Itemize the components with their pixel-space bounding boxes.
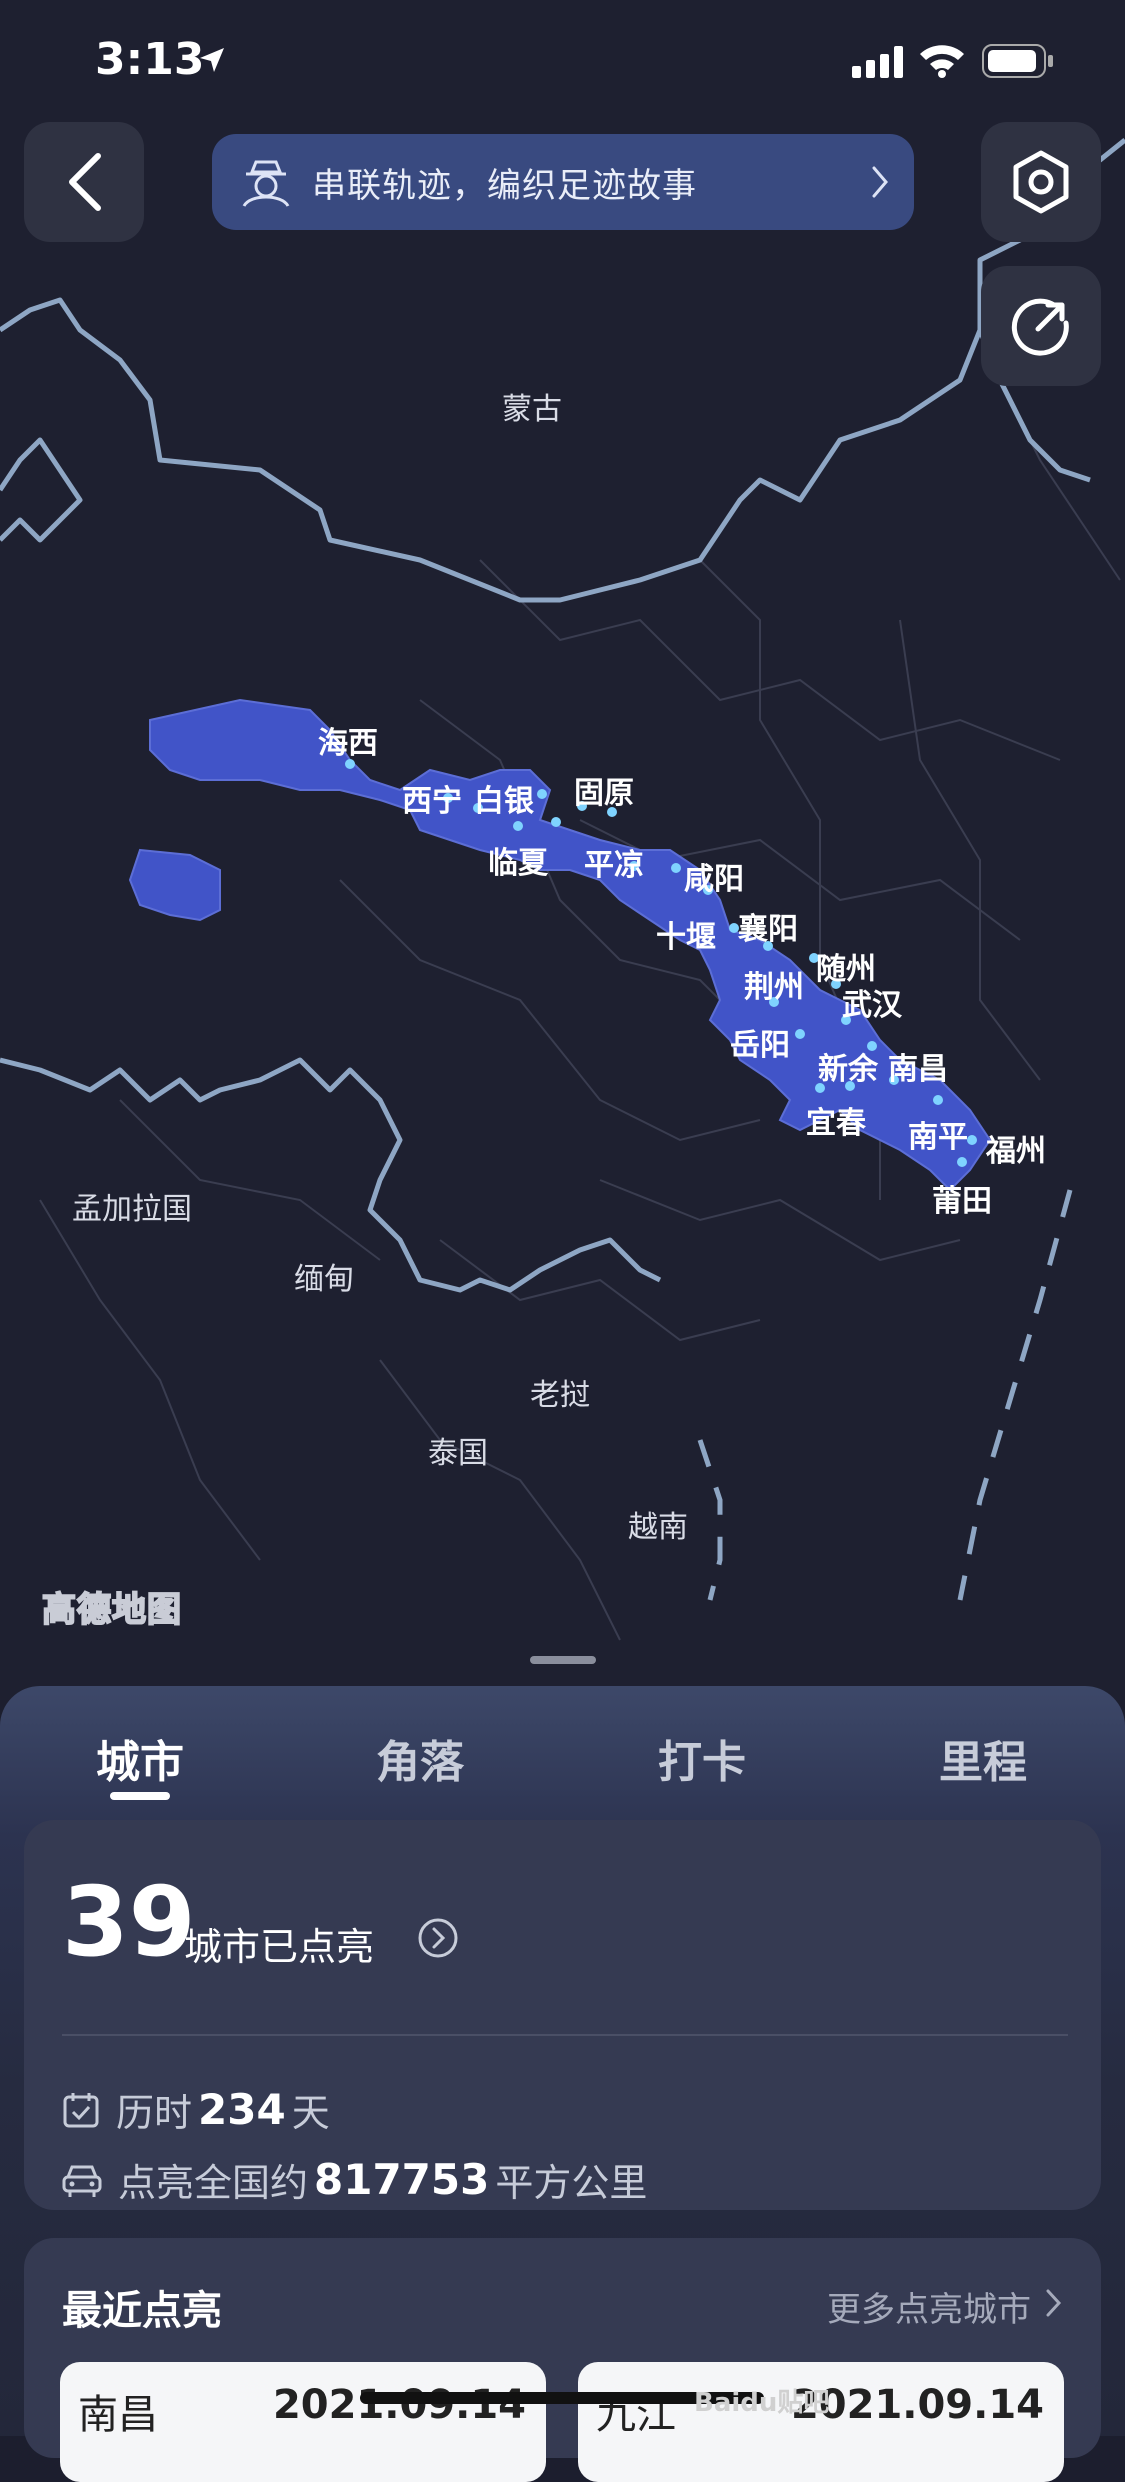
tab-mileage[interactable]: 里程 [893, 1726, 1073, 1790]
tab-active-indicator [110, 1792, 170, 1800]
city-label: 固原 [574, 776, 634, 811]
divider [62, 2034, 1068, 2036]
map-watermark: 高德地图 [41, 1589, 182, 1631]
status-time: 3:13 [95, 34, 205, 85]
map-label-thailand: 泰国 [428, 1436, 488, 1471]
chevron-right-icon[interactable] [1045, 2288, 1063, 2318]
map-label-mongolia: 蒙古 [502, 392, 562, 427]
banner-text: 串联轨迹，编织足迹故事 [312, 165, 697, 206]
tab-bar: 城市 角落 打卡 里程 [0, 1686, 1125, 1826]
city-label: 十堰 [656, 920, 716, 955]
recent-city-name: 九江 [596, 2392, 676, 2438]
city-count-label[interactable]: 城市已点亮 [184, 1916, 374, 1971]
settings-button[interactable] [981, 122, 1101, 242]
area-stat: 点亮全国约 817753 平方公里 [62, 2152, 647, 2207]
sheet-drag-handle[interactable] [530, 1656, 596, 1664]
circle-chevron-right-icon[interactable] [416, 1916, 460, 1960]
city-label: 咸阳 [684, 862, 744, 897]
bottom-sheet: 城市 角落 打卡 里程 39 城市已点亮 历时 234 天 点亮全国约 8177… [0, 1686, 1125, 2482]
recent-city-card[interactable]: 南昌 2021.09.14 [60, 2362, 546, 2482]
city-label: 南平 [908, 1120, 968, 1155]
share-button[interactable] [981, 266, 1101, 386]
city-label: 白银 [474, 784, 534, 819]
status-bar: 3:13 [0, 0, 1125, 120]
city-label: 莆田 [932, 1184, 992, 1219]
map-label-bangladesh: 孟加拉国 [72, 1192, 192, 1227]
city-label: 新余 [818, 1052, 878, 1087]
area-prefix: 点亮全国约 [118, 2161, 309, 2205]
more-cities-link[interactable]: 更多点亮城市 [827, 2282, 1031, 2331]
share-arrow-icon [1011, 298, 1069, 356]
area-value: 817753 [314, 2155, 490, 2204]
city-label: 南昌 [888, 1052, 948, 1087]
calendar-check-icon [63, 2092, 99, 2127]
recent-section: 最近点亮 更多点亮城市 南昌 2021.09.14 九江 2021.09.14 [24, 2238, 1101, 2482]
tab-checkins[interactable]: 打卡 [612, 1726, 792, 1790]
recent-city-name: 南昌 [78, 2392, 158, 2438]
duration-days: 234 [198, 2085, 286, 2134]
cellular-signal-icon [852, 46, 903, 78]
city-label: 福州 [986, 1134, 1046, 1169]
map-view[interactable] [0, 0, 1125, 1700]
chevron-left-icon [69, 153, 101, 211]
explorer-avatar-icon [242, 160, 290, 207]
duration-suffix: 天 [291, 2091, 330, 2135]
city-label: 襄阳 [738, 912, 798, 947]
location-arrow-icon [200, 48, 224, 72]
city-label: 平凉 [584, 848, 644, 883]
back-button[interactable] [24, 122, 144, 242]
map-label-myanmar: 缅甸 [294, 1262, 354, 1297]
city-label: 武汉 [842, 988, 902, 1023]
city-label: 宜春 [806, 1106, 866, 1141]
battery-icon [982, 44, 1053, 78]
city-label: 海西 [318, 726, 378, 761]
summary-card: 39 城市已点亮 历时 234 天 点亮全国约 817753 平方公里 [24, 1820, 1101, 2210]
city-label: 西宁 [402, 784, 462, 819]
trajectory-banner[interactable]: 串联轨迹，编织足迹故事 [212, 134, 914, 230]
duration-stat: 历时 234 天 [62, 2082, 330, 2137]
tab-corners[interactable]: 角落 [330, 1726, 510, 1790]
city-label: 荆州 [744, 970, 804, 1005]
corner-watermark: Baidu贴吧 [694, 2388, 830, 2418]
city-label: 临夏 [488, 846, 548, 881]
wifi-icon [920, 45, 964, 78]
city-count: 39 [62, 1866, 196, 1978]
chevron-right-icon [872, 166, 888, 198]
recent-city-card[interactable]: 九江 2021.09.14 [578, 2362, 1064, 2482]
city-label: 岳阳 [730, 1028, 790, 1063]
recent-title: 最近点亮 [62, 2288, 222, 2334]
area-suffix: 平方公里 [495, 2161, 648, 2205]
map-label-laos: 老挝 [530, 1378, 590, 1413]
tab-cities[interactable]: 城市 [50, 1726, 230, 1790]
duration-prefix: 历时 [116, 2091, 193, 2135]
map-label-vietnam: 越南 [628, 1510, 688, 1545]
hexagon-settings-icon [1013, 150, 1069, 214]
recent-city-date: 2021.09.14 [272, 2382, 526, 2428]
car-icon [62, 2165, 102, 2197]
